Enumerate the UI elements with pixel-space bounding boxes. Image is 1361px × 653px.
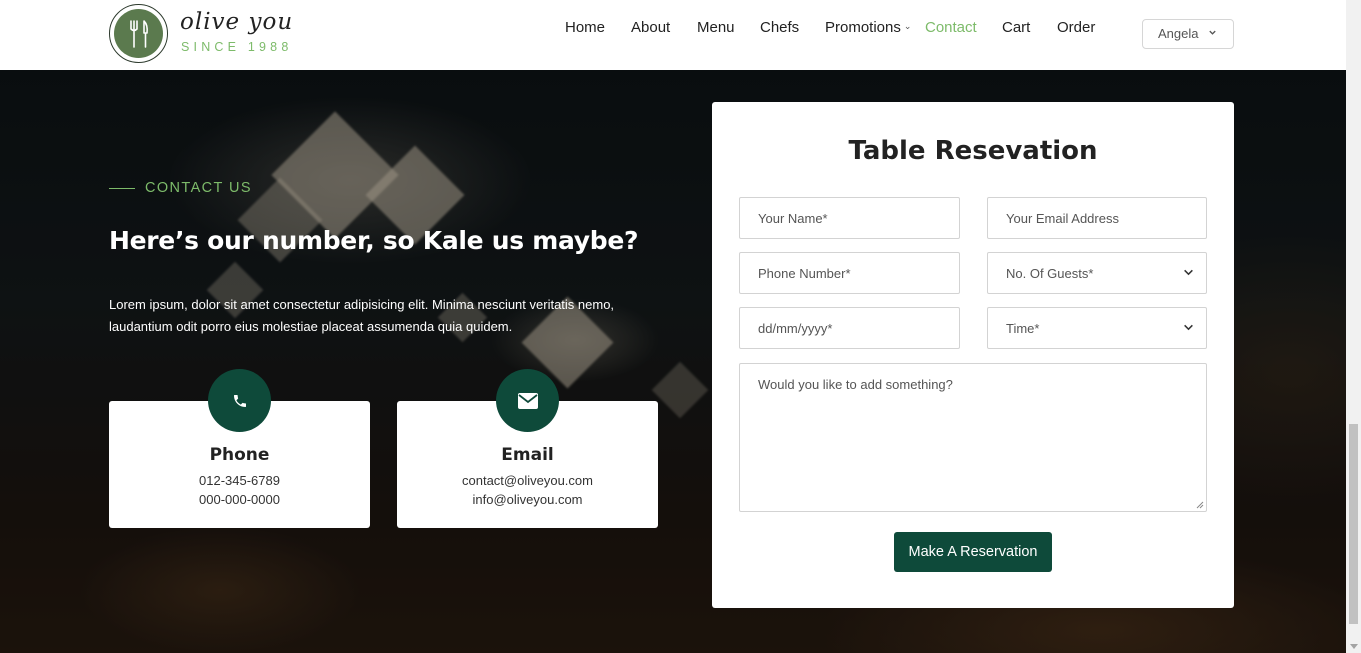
date-input[interactable]: dd/mm/yyyy*: [739, 307, 960, 349]
section-description: Lorem ipsum, dolor sit amet consectetur …: [109, 297, 615, 334]
nav-order[interactable]: Order: [1057, 19, 1095, 36]
phone-input[interactable]: Phone Number*: [739, 252, 960, 294]
user-select[interactable]: Angela: [1142, 19, 1234, 49]
section-headline: Here’s our number, so Kale us maybe?: [109, 226, 639, 255]
phone-input-placeholder: Phone Number*: [758, 265, 851, 281]
nav-promotions[interactable]: Promotions ⌄: [825, 19, 911, 36]
email-card: Email contact@oliveyou.com info@oliveyou…: [397, 369, 658, 528]
page-scrollbar[interactable]: [1346, 0, 1361, 653]
brand-tagline: SINCE 1988: [181, 40, 293, 54]
nav-cart[interactable]: Cart: [1002, 19, 1030, 36]
chevron-down-icon: ⌄: [903, 21, 912, 31]
chevron-down-icon: [1184, 324, 1193, 331]
phone-number[interactable]: 012-345-6789: [109, 473, 370, 488]
message-textarea[interactable]: Would you like to add something?: [739, 363, 1207, 512]
nav-about[interactable]: About: [631, 19, 670, 36]
guests-select-placeholder: No. Of Guests*: [1006, 265, 1094, 281]
resize-grip-icon[interactable]: [1196, 501, 1204, 509]
email-card-title: Email: [501, 445, 554, 465]
nav-chefs[interactable]: Chefs: [760, 19, 799, 36]
email-input[interactable]: Your Email Address: [987, 197, 1207, 239]
date-input-placeholder: dd/mm/yyyy*: [758, 320, 833, 336]
user-select-value: Angela: [1158, 26, 1199, 41]
email-input-placeholder: Your Email Address: [1006, 210, 1119, 226]
email-address[interactable]: info@oliveyou.com: [397, 492, 658, 507]
guests-select[interactable]: No. Of Guests*: [987, 252, 1207, 294]
chevron-down-icon: [1209, 30, 1216, 35]
time-select-placeholder: Time*: [1006, 320, 1040, 336]
reservation-form: Table Resevation Your Name* Your Email A…: [712, 102, 1234, 608]
email-address[interactable]: contact@oliveyou.com: [397, 473, 658, 488]
section-eyebrow: CONTACT US: [145, 180, 252, 196]
form-title: Table Resevation: [848, 136, 1098, 166]
time-select[interactable]: Time*: [987, 307, 1207, 349]
name-input[interactable]: Your Name*: [739, 197, 960, 239]
chevron-down-icon: [1184, 269, 1193, 276]
brand-name: olive you: [180, 9, 294, 35]
message-textarea-placeholder: Would you like to add something?: [758, 377, 953, 392]
scrollbar-thumb[interactable]: [1349, 424, 1358, 624]
make-reservation-button[interactable]: Make A Reservation: [894, 532, 1052, 572]
phone-number[interactable]: 000-000-0000: [109, 492, 370, 507]
fork-knife-icon: [114, 9, 163, 58]
logo[interactable]: [109, 4, 168, 63]
nav-home[interactable]: Home: [565, 19, 605, 36]
phone-card-title: Phone: [209, 445, 270, 465]
phone-icon: [208, 369, 271, 432]
phone-card: Phone 012-345-6789 000-000-0000: [109, 369, 370, 528]
nav-contact[interactable]: Contact: [925, 19, 977, 36]
scroll-down-arrow-icon[interactable]: [1350, 644, 1358, 649]
envelope-icon: [496, 369, 559, 432]
name-input-placeholder: Your Name*: [758, 210, 828, 226]
eyebrow-divider: [109, 188, 135, 189]
site-header: olive you SINCE 1988 Home About Menu Che…: [0, 0, 1346, 70]
nav-promotions-label: Promotions: [825, 19, 901, 36]
nav-menu[interactable]: Menu: [697, 19, 735, 36]
